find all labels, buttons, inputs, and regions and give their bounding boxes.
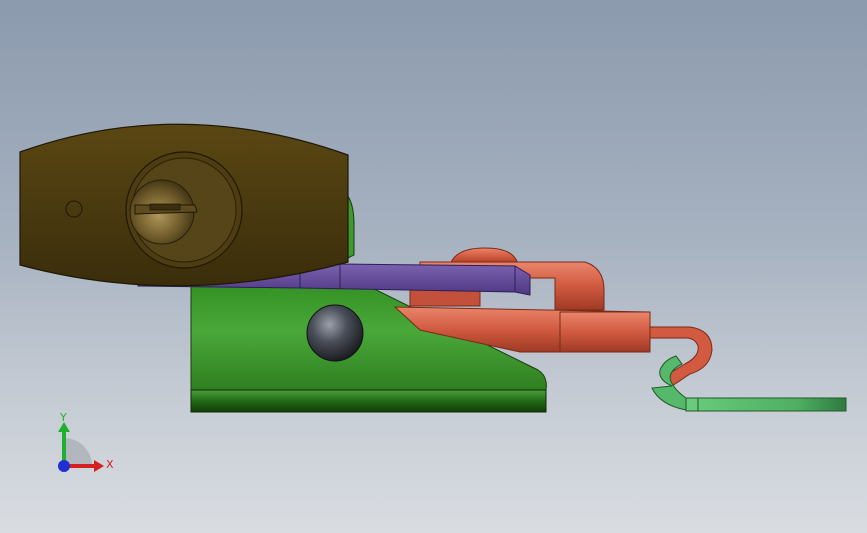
cad-model-view[interactable] bbox=[0, 0, 867, 533]
graphics-viewport[interactable]: Y X bbox=[0, 0, 867, 533]
padlock-body[interactable] bbox=[19, 123, 349, 287]
coordinate-triad[interactable]: Y X bbox=[48, 410, 118, 480]
x-axis-head bbox=[94, 460, 104, 472]
y-axis-label: Y bbox=[59, 411, 67, 424]
pivot-knob[interactable] bbox=[306, 304, 364, 362]
spring-wire[interactable] bbox=[651, 355, 847, 412]
lock-hole bbox=[65, 200, 83, 218]
z-axis-dot bbox=[58, 460, 70, 472]
x-axis-label: X bbox=[106, 458, 114, 471]
